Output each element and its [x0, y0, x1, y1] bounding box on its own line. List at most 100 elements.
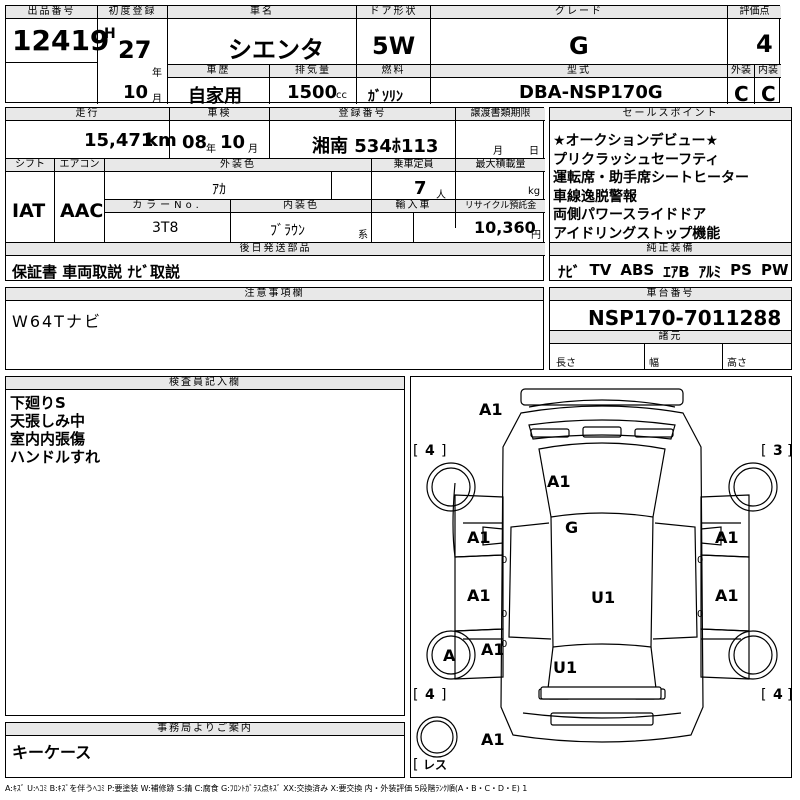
inspector-line: ハンドルすれ: [10, 448, 101, 466]
inspector-line: 室内内張傷: [10, 430, 86, 448]
equipment-item: PS: [730, 261, 752, 279]
tire-front-right: 3: [773, 443, 783, 459]
tire-rear-left: 4: [425, 687, 435, 703]
door-type: 5W: [372, 32, 416, 60]
first-reg-label: 初度登録: [98, 6, 167, 19]
displacement-label: 排気量: [270, 65, 356, 78]
first-reg-month: 10: [123, 82, 149, 103]
car-name: シエンタ: [228, 36, 324, 64]
year-unit: 年: [152, 68, 162, 79]
sales-line: アイドリングストップ機能: [553, 225, 721, 242]
sales-label: セールスポイント: [550, 108, 791, 121]
door-label: ドア形状: [357, 6, 430, 19]
notes-label: 注意事項欄: [6, 288, 543, 301]
equipment-item: TV: [589, 261, 612, 279]
width-label: 幅: [649, 358, 659, 369]
transfer-day: 日: [529, 146, 539, 157]
grade-label: グレード: [431, 6, 727, 19]
sales-points-box: セールスポイント ★オークションデビュー★ プリクラッシュセーフティ 運転席・助…: [549, 107, 792, 281]
office-text: キーケース: [12, 743, 92, 762]
sales-line: プリクラッシュセーフティ: [553, 151, 720, 168]
zero-mark: 0: [501, 609, 507, 620]
damage-mark: A1: [715, 586, 739, 605]
load-label: 最大積載量: [456, 159, 545, 172]
office-label: 事務局よりご案内: [6, 723, 404, 736]
sales-line: 車線逸脱警報: [553, 188, 637, 205]
svg-text:[: [: [761, 687, 766, 703]
exterior-value: C: [734, 82, 749, 106]
svg-text:[: [: [413, 443, 418, 459]
inspector-line: 下廻りS: [10, 394, 66, 412]
inspection-label: 車検: [170, 108, 269, 121]
int-color-unit: 系: [358, 230, 368, 241]
history-value: 自家用: [188, 86, 242, 107]
inspector-lines: 下廻りS 天張しみ中 室内内張傷 ハンドルすれ: [10, 394, 100, 466]
displacement-value: 1500: [287, 82, 338, 103]
mileage-label: 走行: [6, 108, 169, 121]
model-value: DBA-NSP170G: [519, 82, 663, 103]
equipment-item: ｱﾙﾐ: [698, 263, 722, 281]
grade-value: G: [569, 32, 589, 60]
damage-mark: G: [565, 518, 578, 537]
equipment-item: PW: [760, 261, 789, 279]
damage-mark: A: [443, 646, 456, 665]
transfer-month: 月: [493, 146, 503, 157]
lot-label: 出品番号: [6, 6, 97, 19]
car-diagram-box: 4 3 4 4 [] [] [] [] [ レス A1 A1 G A1 A1 U…: [410, 376, 792, 778]
transfer-label: 譲渡書類期限: [456, 108, 545, 121]
interior-label: 内装: [755, 65, 781, 78]
history-label: 車歴: [168, 65, 269, 78]
yen-unit: 円: [531, 230, 541, 241]
int-color-label: 内装色: [231, 200, 371, 213]
exterior-label: 外装: [728, 65, 754, 78]
inspection-month-unit: 月: [248, 144, 258, 155]
dims-label: 諸元: [550, 331, 791, 344]
height-label: 高さ: [727, 358, 747, 369]
lot-number: 12419: [12, 24, 110, 57]
damage-mark: A1: [715, 528, 739, 547]
inspection-year: 08: [182, 132, 208, 153]
length-label: 長さ: [556, 358, 576, 369]
sales-lines: ★オークションデビュー★ プリクラッシュセーフティ 運転席・助手席シートヒーター…: [553, 132, 749, 243]
header-box: 出品番号 12419 初度登録 H 27 年 10 月 車名 シエンタ ドア形状…: [5, 5, 781, 107]
cc-unit: cc: [336, 90, 347, 101]
damage-mark: A1: [547, 472, 571, 491]
svg-text:]: ]: [787, 443, 792, 459]
first-reg-year: 27: [118, 36, 152, 64]
color-no-value: 3T8: [152, 220, 179, 236]
ac-label: エアコン: [55, 159, 104, 172]
plate-value: 湘南 534ﾎ113: [312, 136, 439, 157]
capacity-label: 乗車定員: [372, 159, 455, 172]
legend: A:ｷｽﾞ U:ﾍｺﾐ B:ｷｽﾞを伴うﾍｺﾐ P:要塗装 W:補修跡 S:錆 …: [5, 784, 528, 793]
capacity-value: 7: [414, 178, 427, 199]
svg-text:[: [: [413, 757, 418, 773]
equipment-item: ﾅﾋﾞ: [558, 263, 581, 281]
ext-color-value: ｱｶ: [212, 182, 226, 198]
svg-text:]: ]: [787, 687, 792, 703]
ac-value: AAC: [60, 200, 104, 222]
svg-text:[: [: [413, 687, 418, 703]
later-parts-value: 保証書 車両取説 ﾅﾋﾞ取説: [12, 263, 180, 281]
zero-mark: 0: [697, 609, 703, 620]
mileage-value: 15,471: [84, 130, 154, 151]
sales-line: 運転席・助手席シートヒーター: [553, 170, 749, 186]
spare-tire: レス: [423, 758, 447, 772]
equipment-item: ABS: [620, 261, 655, 279]
damage-mark: A1: [479, 400, 503, 419]
equipment-label: 純正装備: [550, 243, 791, 256]
inspector-line: 天張しみ中: [10, 412, 86, 430]
inspection-year-unit: 年: [206, 144, 216, 155]
chassis-number: NSP170-7011288: [588, 306, 782, 330]
car-diagram: 4 3 4 4 [] [] [] [] [ レス A1 A1 G A1 A1 U…: [413, 388, 792, 773]
plate-label: 登録番号: [270, 108, 455, 121]
load-unit: kg: [528, 186, 541, 197]
tire-rear-right: 4: [773, 687, 783, 703]
office-box: 事務局よりご案内 キーケース: [5, 722, 405, 778]
damage-mark: A1: [467, 586, 491, 605]
score-value: 4: [756, 30, 773, 58]
damage-mark: U1: [591, 588, 615, 607]
shift-value: IAT: [12, 200, 46, 222]
fuel-value: ｶﾞｿﾘﾝ: [368, 89, 403, 105]
notes-box: 注意事項欄 W64Tナビ: [5, 287, 544, 370]
tire-front-left: 4: [425, 443, 435, 459]
